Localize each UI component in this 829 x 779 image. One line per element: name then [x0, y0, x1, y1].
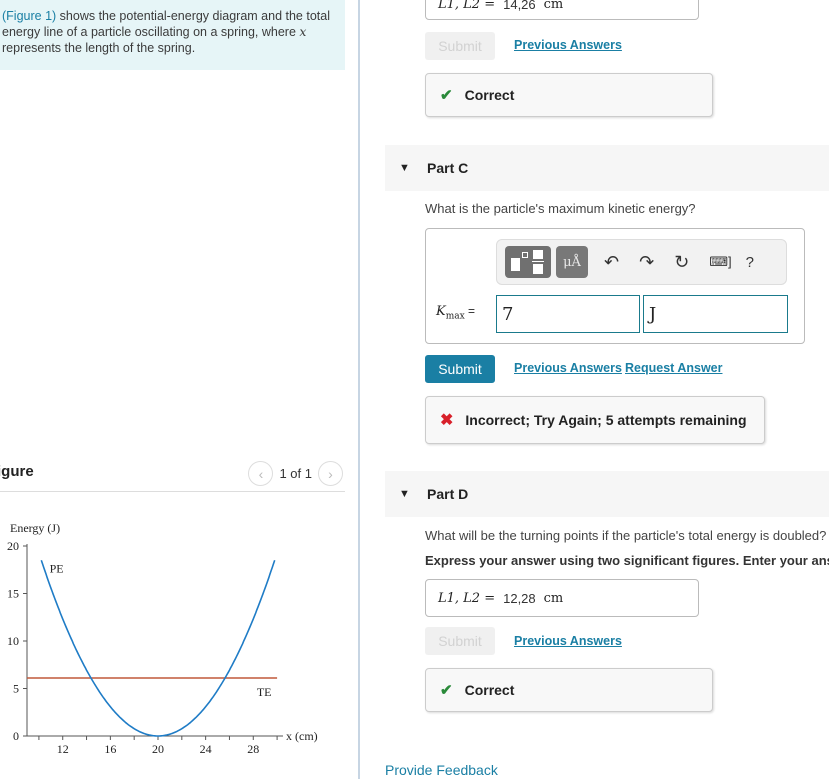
part-d-answer-box: L1, L2 = 12,28 cm [425, 579, 699, 617]
right-pane: L1, L2 = 14,26 cm Submit Previous Answer… [360, 0, 829, 779]
x-tick-label: 16 [104, 742, 116, 756]
x-mark-icon: ✖ [440, 412, 454, 429]
chevron-right-icon: › [328, 465, 333, 482]
y-axis-label: Energy (J) [10, 521, 60, 535]
pager-text: 1 of 1 [279, 466, 312, 481]
part-c-question: What is the particle's maximum kinetic e… [425, 201, 696, 216]
denominator-box [533, 264, 543, 274]
x-tick-label: 28 [247, 742, 259, 756]
undo-icon[interactable]: ↶ [604, 252, 619, 273]
part-c-submit-button[interactable]: Submit [425, 355, 495, 383]
fraction-bar [532, 261, 544, 262]
part-b-answer-box: L1, L2 = 14,26 cm [425, 0, 699, 20]
y-tick-label: 20 [7, 539, 19, 553]
collapse-triangle-icon: ▼ [399, 162, 410, 174]
part-d-feedback: ✔ Correct [425, 668, 713, 712]
kmax-label-eq: = [464, 304, 476, 318]
part-b-previous-answers-link[interactable]: Previous Answers [514, 38, 622, 52]
next-figure-button[interactable]: › [318, 461, 343, 486]
pe-label: PE [50, 562, 64, 576]
part-b-answer-value: 14,26 [503, 0, 536, 12]
part-d-answer-value: 12,28 [503, 590, 536, 606]
energy-chart: Energy (J) x (cm) 0510152012 16 20 24 28 PE … [7, 521, 318, 756]
template-button[interactable] [505, 246, 551, 278]
kmax-label-sub: max [445, 311, 465, 322]
figure-header: igure ‹ 1 of 1 › [0, 458, 345, 492]
fraction-template-icon [511, 258, 520, 271]
chevron-left-icon: ‹ [258, 465, 264, 482]
check-icon: ✔ [440, 682, 453, 699]
y-tick-label: 10 [7, 634, 19, 648]
kmax-unit-input[interactable]: J [643, 295, 788, 333]
math-toolbar: μÅ ↶ ↷ ↻ ⌨] ? [496, 239, 787, 285]
part-c-header[interactable]: ▼ Part C [385, 145, 829, 191]
figure-title: igure [0, 463, 34, 480]
collapse-triangle-icon: ▼ [399, 488, 410, 500]
part-b-feedback-text: Correct [464, 87, 515, 103]
reset-icon[interactable]: ↻ [674, 252, 689, 273]
problem-intro: (Figure 1) shows the potential-energy di… [0, 0, 345, 70]
y-tick-label: 5 [13, 682, 19, 696]
y-tick-label: 0 [13, 729, 19, 743]
prev-figure-button[interactable]: ‹ [248, 461, 274, 486]
part-c-feedback-text: Incorrect; Try Again; 5 attempts remaini… [465, 412, 747, 428]
part-d-feedback-text: Correct [464, 682, 515, 698]
figure-link[interactable]: (Figure 1) [2, 9, 56, 23]
help-button[interactable]: ? [746, 254, 754, 271]
x-axis-label: x (cm) [286, 729, 318, 743]
var-x: x [299, 24, 307, 39]
part-c-answer-editor: μÅ ↶ ↷ ↻ ⌨] ? Kmax = 7 J [425, 228, 805, 344]
part-d-question: What will be the turning points if the p… [425, 528, 827, 543]
provide-feedback-link[interactable]: Provide Feedback [385, 762, 498, 778]
intro-text-end: represents the length of the spring. [2, 41, 196, 55]
units-button[interactable]: μÅ [556, 246, 588, 278]
part-d-title: Part D [427, 486, 469, 502]
part-b-answer-unit: cm [543, 0, 564, 12]
x-tick-label: 24 [200, 742, 212, 756]
part-d-previous-answers-link[interactable]: Previous Answers [514, 634, 622, 648]
part-b-feedback: ✔ Correct [425, 73, 713, 117]
pe-curve [40, 559, 276, 737]
kmax-label-main: K [436, 304, 446, 319]
left-pane: (Figure 1) shows the potential-energy di… [0, 0, 360, 779]
x-tick-label: 20 [152, 742, 164, 756]
part-d-submit-button[interactable]: Submit [425, 627, 495, 655]
check-icon: ✔ [440, 87, 453, 104]
numerator-box [533, 250, 543, 259]
figure-pager: ‹ 1 of 1 › [248, 461, 343, 486]
exponent-box [522, 252, 528, 258]
part-b-answer-label: L1, L2 = [438, 0, 496, 12]
part-d-answer-label: L1, L2 = [438, 590, 496, 606]
x-tick-label: 12 [57, 742, 69, 756]
kmax-value-input[interactable]: 7 [496, 295, 640, 333]
part-d-header[interactable]: ▼ Part D [385, 471, 829, 517]
part-c-previous-answers-link[interactable]: Previous Answers [514, 361, 622, 375]
y-tick-label: 15 [7, 587, 19, 601]
part-c-feedback: ✖ Incorrect; Try Again; 5 attempts remai… [425, 396, 765, 444]
part-d-instruction: Express your answer using two significan… [425, 553, 829, 568]
request-answer-link[interactable]: Request Answer [625, 361, 722, 375]
part-c-title: Part C [427, 160, 469, 176]
keyboard-icon[interactable]: ⌨] [709, 254, 731, 270]
part-d-answer-unit: cm [543, 590, 564, 606]
part-b-submit-button[interactable]: Submit [425, 32, 495, 60]
redo-icon[interactable]: ↷ [639, 252, 654, 273]
te-label: TE [257, 685, 272, 699]
kmax-label: Kmax = [436, 304, 475, 322]
